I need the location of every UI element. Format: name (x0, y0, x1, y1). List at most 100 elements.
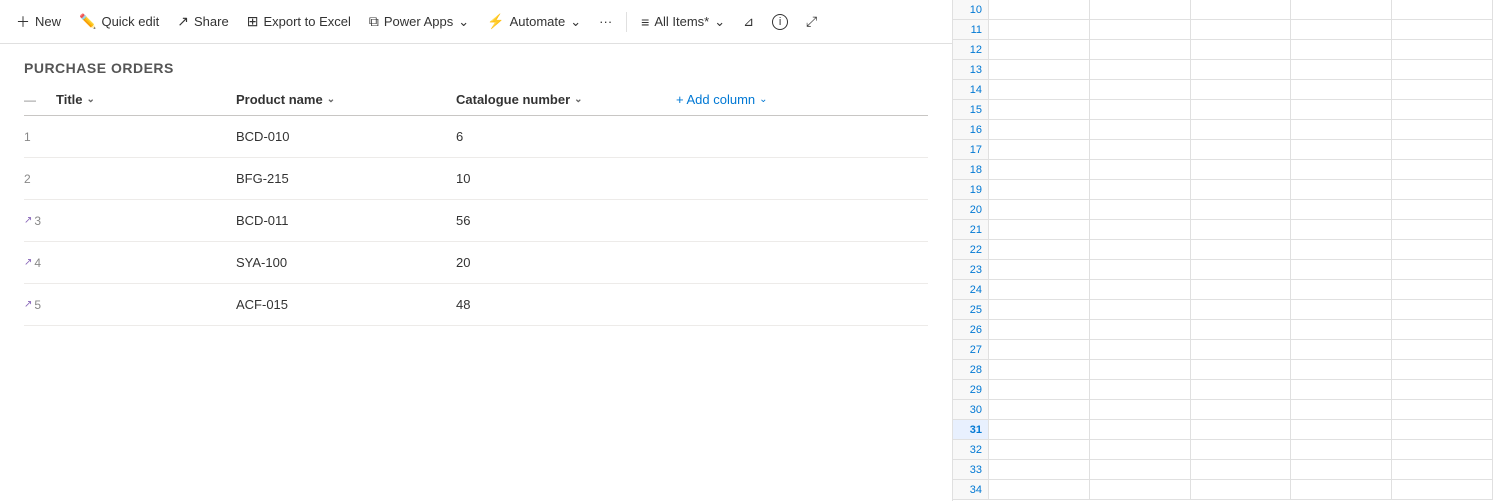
sheet-cell[interactable] (1392, 160, 1493, 180)
sheet-cell[interactable] (989, 200, 1090, 220)
sheet-cell[interactable] (1191, 80, 1292, 100)
table-row[interactable]: ↗ 3 BCD-011 56 (24, 200, 928, 242)
sheet-cell[interactable] (1392, 200, 1493, 220)
sheet-row-number[interactable]: 26 (953, 320, 989, 339)
sheet-cell[interactable] (1191, 240, 1292, 260)
sheet-cell[interactable] (1392, 180, 1493, 200)
info-button[interactable]: i (764, 9, 796, 35)
sheet-row-number[interactable]: 15 (953, 100, 989, 119)
sheet-cell[interactable] (1090, 0, 1191, 20)
sheet-cell[interactable] (1090, 320, 1191, 340)
sheet-cell[interactable] (1090, 180, 1191, 200)
sheet-cell[interactable] (989, 380, 1090, 400)
automate-button[interactable]: ⚡ Automate ⌄ (479, 8, 589, 35)
sheet-cell[interactable] (1191, 60, 1292, 80)
sheet-cell[interactable] (1392, 0, 1493, 20)
sheet-cell[interactable] (989, 420, 1090, 440)
sheet-cell[interactable] (1090, 40, 1191, 60)
sheet-cell[interactable] (1090, 280, 1191, 300)
sheet-cell[interactable] (1191, 380, 1292, 400)
sheet-cell[interactable] (1191, 200, 1292, 220)
sheet-cell[interactable] (1392, 480, 1493, 500)
sheet-cell[interactable] (1191, 480, 1292, 500)
sheet-row-number[interactable]: 30 (953, 400, 989, 419)
sheet-cell[interactable] (1392, 280, 1493, 300)
sheet-cell[interactable] (1090, 160, 1191, 180)
sheet-cell[interactable] (1191, 140, 1292, 160)
sheet-cell[interactable] (989, 140, 1090, 160)
sheet-cell[interactable] (1191, 0, 1292, 20)
sheet-cell[interactable] (989, 100, 1090, 120)
sheet-cell[interactable] (1090, 400, 1191, 420)
power-apps-button[interactable]: ⧉ Power Apps ⌄ (361, 8, 477, 35)
sheet-cell[interactable] (1191, 260, 1292, 280)
sheet-cell[interactable] (1090, 420, 1191, 440)
sheet-cell[interactable] (1392, 400, 1493, 420)
sheet-row-number[interactable]: 16 (953, 120, 989, 139)
sheet-cell[interactable] (1392, 340, 1493, 360)
sheet-cell[interactable] (989, 240, 1090, 260)
sheet-cell[interactable] (989, 360, 1090, 380)
sheet-cell[interactable] (1291, 300, 1392, 320)
sheet-cell[interactable] (1090, 120, 1191, 140)
sheet-cell[interactable] (1090, 300, 1191, 320)
sheet-cell[interactable] (1291, 240, 1392, 260)
sheet-cell[interactable] (989, 60, 1090, 80)
sheet-row-number[interactable]: 32 (953, 440, 989, 459)
sheet-row-number[interactable]: 28 (953, 360, 989, 379)
sheet-cell[interactable] (989, 460, 1090, 480)
sheet-row-number[interactable]: 18 (953, 160, 989, 179)
sheet-cell[interactable] (1392, 420, 1493, 440)
sheet-cell[interactable] (1392, 260, 1493, 280)
sheet-cell[interactable] (1392, 60, 1493, 80)
sheet-cell[interactable] (1291, 120, 1392, 140)
sheet-cell[interactable] (1191, 40, 1292, 60)
sheet-row-number[interactable]: 29 (953, 380, 989, 399)
sheet-cell[interactable] (1392, 460, 1493, 480)
view-selector[interactable]: ≡ All Items* ⌄ (633, 9, 733, 35)
sheet-cell[interactable] (1191, 220, 1292, 240)
sheet-row-number[interactable]: 13 (953, 60, 989, 79)
sheet-cell[interactable] (989, 480, 1090, 500)
sheet-cell[interactable] (1191, 100, 1292, 120)
share-button[interactable]: ↗ Share (169, 8, 236, 35)
sheet-cell[interactable] (1392, 240, 1493, 260)
sheet-row-number[interactable]: 27 (953, 340, 989, 359)
sheet-cell[interactable] (1392, 120, 1493, 140)
sheet-cell[interactable] (1291, 40, 1392, 60)
sheet-cell[interactable] (1291, 160, 1392, 180)
sheet-row-number[interactable]: 14 (953, 80, 989, 99)
sheet-row-number[interactable]: 34 (953, 480, 989, 499)
sheet-cell[interactable] (1191, 280, 1292, 300)
sheet-row-number[interactable]: 12 (953, 40, 989, 59)
sheet-cell[interactable] (1191, 460, 1292, 480)
table-row[interactable]: 1 BCD-010 6 (24, 116, 928, 158)
add-column-button[interactable]: + Add column ⌄ (676, 92, 928, 107)
sheet-cell[interactable] (1191, 400, 1292, 420)
sheet-cell[interactable] (1191, 180, 1292, 200)
sheet-cell[interactable] (1291, 460, 1392, 480)
sheet-cell[interactable] (1090, 480, 1191, 500)
sheet-cell[interactable] (1291, 420, 1392, 440)
sheet-cell[interactable] (1090, 60, 1191, 80)
sheet-cell[interactable] (989, 20, 1090, 40)
sheet-cell[interactable] (1090, 340, 1191, 360)
sheet-row-number[interactable]: 25 (953, 300, 989, 319)
sheet-cell[interactable] (989, 0, 1090, 20)
sheet-cell[interactable] (1090, 260, 1191, 280)
sheet-cell[interactable] (1191, 300, 1292, 320)
sheet-cell[interactable] (1392, 380, 1493, 400)
sheet-cell[interactable] (989, 220, 1090, 240)
sheet-cell[interactable] (1392, 40, 1493, 60)
sheet-cell[interactable] (1392, 320, 1493, 340)
sheet-cell[interactable] (1291, 260, 1392, 280)
sheet-cell[interactable] (989, 120, 1090, 140)
sheet-cell[interactable] (1291, 360, 1392, 380)
sheet-cell[interactable] (1291, 340, 1392, 360)
sheet-cell[interactable] (1191, 160, 1292, 180)
sheet-cell[interactable] (1291, 200, 1392, 220)
sheet-cell[interactable] (1090, 460, 1191, 480)
sheet-cell[interactable] (1291, 380, 1392, 400)
sheet-cell[interactable] (1090, 360, 1191, 380)
sheet-cell[interactable] (989, 80, 1090, 100)
